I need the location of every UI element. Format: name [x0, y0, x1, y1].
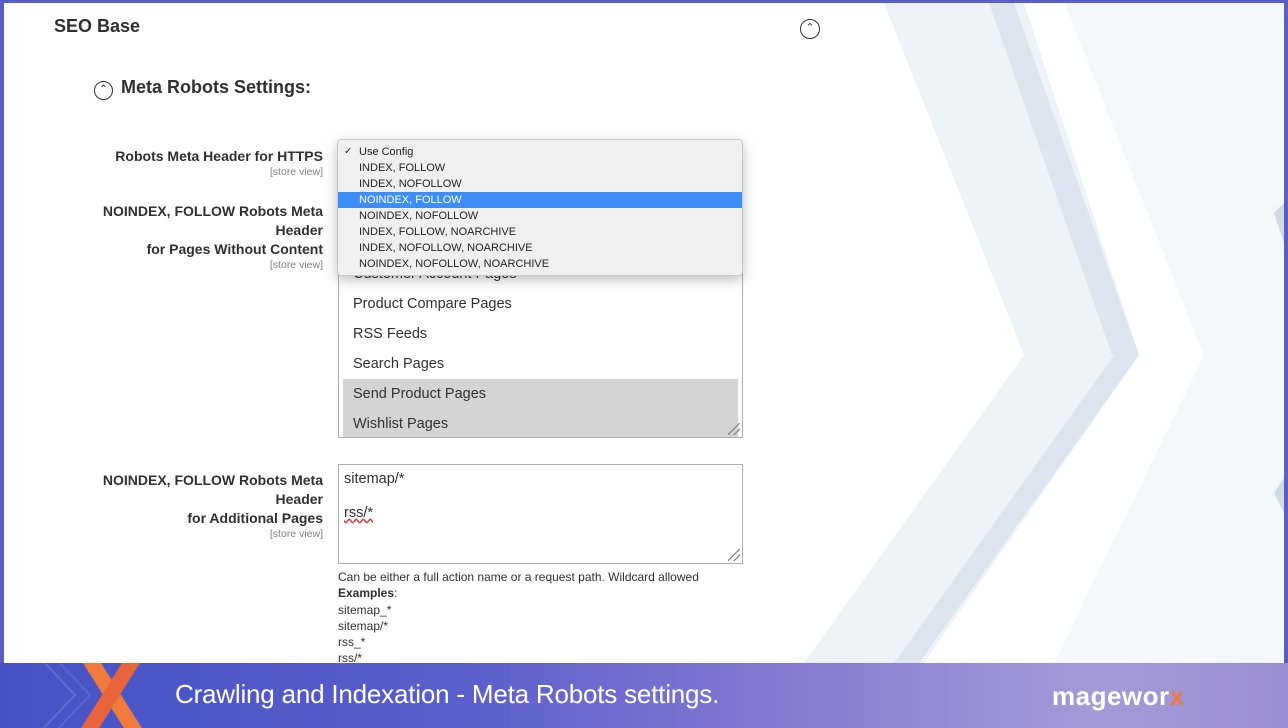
multiselect-option-selected[interactable]: Send Product Pages	[343, 379, 738, 409]
dropdown-option-use-config[interactable]: ✓ Use Config	[338, 144, 742, 160]
subsection-header[interactable]: ⌃ Meta Robots Settings:	[94, 77, 311, 100]
dropdown-option-highlighted[interactable]: NOINDEX, FOLLOW	[338, 192, 742, 208]
https-header-dropdown-list[interactable]: ✓ Use Config INDEX, FOLLOW INDEX, NOFOLL…	[337, 139, 743, 276]
no-content-scope: [store view]	[269, 259, 323, 271]
example-item: rss/*	[338, 651, 362, 663]
no-content-label-line1: NOINDEX, FOLLOW Robots Meta	[102, 203, 323, 219]
dropdown-option[interactable]: INDEX, NOFOLLOW, NOARCHIVE	[338, 240, 742, 256]
section-title: SEO Base	[54, 16, 141, 36]
additional-label-line3: for Additional Pages	[187, 510, 323, 526]
subsection-title: Meta Robots Settings:	[121, 77, 312, 97]
example-item: sitemap/*	[338, 618, 389, 633]
dropdown-option[interactable]: INDEX, FOLLOW, NOARCHIVE	[338, 224, 742, 240]
no-content-label: NOINDEX, FOLLOW Robots Meta Header for P…	[98, 202, 323, 272]
note-text: Can be either a full action name or a re…	[338, 570, 699, 584]
additional-pages-note: Can be either a full action name or a re…	[338, 569, 758, 663]
no-content-label-line2: Header	[275, 222, 323, 238]
https-header-scope: [store view]	[269, 166, 323, 178]
checkmark-icon: ✓	[344, 146, 353, 157]
additional-scope: [store view]	[269, 528, 323, 540]
caption-text: Crawling and Indexation - Meta Robots se…	[175, 679, 720, 709]
collapse-section-icon[interactable]: ⌃	[800, 19, 820, 39]
dropdown-option[interactable]: INDEX, FOLLOW	[338, 160, 742, 176]
examples-heading: Examples:	[338, 586, 398, 601]
caption-banner: Crawling and Indexation - Meta Robots se…	[0, 663, 1288, 728]
https-header-label: Robots Meta Header for HTTPS [store view…	[98, 147, 323, 179]
dropdown-option[interactable]: INDEX, NOFOLLOW	[338, 176, 742, 192]
multiselect-option[interactable]: Product Compare Pages	[343, 289, 738, 319]
dropdown-option-label: Use Config	[359, 146, 414, 158]
dropdown-option[interactable]: NOINDEX, NOFOLLOW, NOARCHIVE	[338, 256, 742, 272]
additional-label-line1: NOINDEX, FOLLOW Robots Meta	[102, 472, 323, 488]
example-item: sitemap_*	[338, 602, 392, 617]
multiselect-option[interactable]: Search Pages	[343, 349, 738, 379]
additional-pages-textarea[interactable]: sitemap/* rss/*	[338, 464, 743, 564]
x-logo-icon	[42, 663, 142, 728]
additional-label-line2: Header	[275, 491, 323, 507]
multiselect-option[interactable]: RSS Feeds	[343, 319, 738, 349]
resize-handle[interactable]	[728, 423, 740, 435]
mageworx-logo: mageworx	[1052, 681, 1185, 711]
multiselect-option-selected[interactable]: Wishlist Pages	[343, 409, 738, 437]
settings-panel: SEO Base ⌃ ⌃ Meta Robots Settings: Robots…	[4, 3, 1284, 663]
additional-pages-label: NOINDEX, FOLLOW Robots Meta Header for A…	[98, 471, 323, 541]
textarea-line-rss: rss/*	[344, 505, 373, 521]
dropdown-option[interactable]: NOINDEX, NOFOLLOW	[338, 208, 742, 224]
collapse-subsection-icon[interactable]: ⌃	[94, 81, 113, 100]
no-content-label-line3: for Pages Without Content	[146, 241, 323, 257]
resize-handle[interactable]	[728, 549, 740, 561]
textarea-line-sitemap: sitemap/*	[344, 471, 405, 487]
example-item: rss_*	[338, 635, 366, 650]
https-header-label-text: Robots Meta Header for HTTPS	[115, 148, 323, 164]
